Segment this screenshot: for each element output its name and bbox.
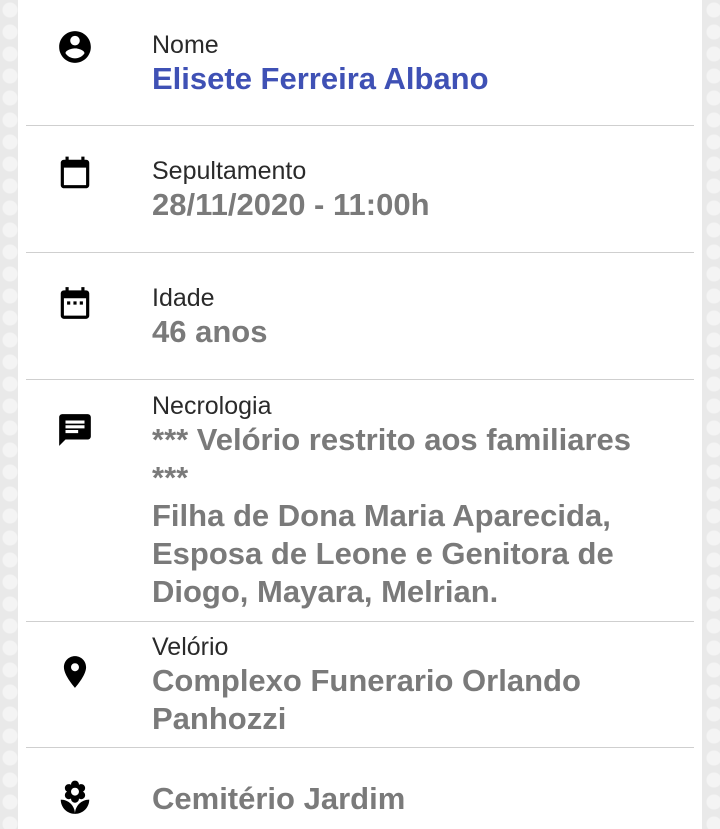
sepultamento-label: Sepultamento: [152, 157, 307, 185]
necrologia-line-2: Filha de Dona Maria Aparecida, Esposa de…: [152, 498, 614, 609]
row-velorio: Velório Complexo Funerario Orlando Panho…: [26, 623, 694, 748]
velorio-content: Velório Complexo Funerario Orlando Panho…: [152, 632, 634, 738]
row-cemiterio: Cemitério Jardim: [26, 749, 694, 829]
nome-label: Nome: [152, 31, 219, 59]
cemiterio-content: Cemitério Jardim: [152, 780, 684, 818]
velorio-label: Velório: [152, 633, 229, 661]
row-necrologia: Necrologia *** Velório restrito aos fami…: [26, 381, 694, 622]
sepultamento-content: Sepultamento 28/11/2020 - 11:00h: [152, 156, 684, 224]
flower-icon: [56, 779, 94, 817]
row-sepultamento: Sepultamento 28/11/2020 - 11:00h: [26, 127, 694, 253]
detail-card: Nome Elisete Ferreira Albano Sepultament…: [18, 0, 702, 829]
necrologia-content: Necrologia *** Velório restrito aos fami…: [152, 391, 664, 611]
cemiterio-value: Cemitério Jardim: [152, 781, 406, 816]
necrologia-line-1: *** Velório restrito aos familiares ***: [152, 422, 631, 495]
row-idade: Idade 46 anos: [26, 254, 694, 380]
calendar-dots-icon: [56, 284, 94, 322]
necrologia-text: *** Velório restrito aos familiares *** …: [152, 421, 664, 611]
message-icon: [56, 411, 94, 449]
location-pin-icon: [56, 653, 94, 691]
sepultamento-value: 28/11/2020 - 11:00h: [152, 187, 430, 222]
row-nome: Nome Elisete Ferreira Albano: [26, 0, 694, 126]
nome-value: Elisete Ferreira Albano: [152, 61, 489, 96]
idade-value: 46 anos: [152, 314, 268, 349]
idade-label: Idade: [152, 284, 215, 312]
velorio-value: Complexo Funerario Orlando Panhozzi: [152, 663, 581, 736]
necrologia-label: Necrologia: [152, 392, 272, 420]
idade-content: Idade 46 anos: [152, 283, 684, 351]
account-circle-icon: [56, 28, 94, 66]
nome-content: Nome Elisete Ferreira Albano: [152, 30, 684, 98]
calendar-icon: [56, 155, 94, 193]
